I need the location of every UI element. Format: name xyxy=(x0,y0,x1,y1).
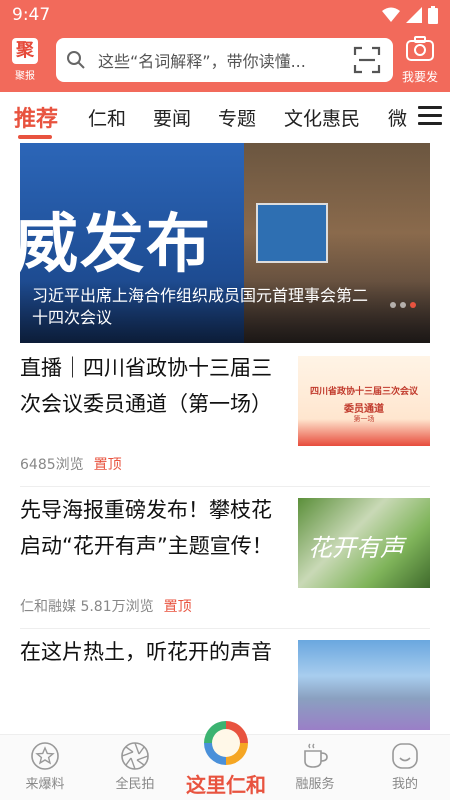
thumb-text: 四川省政协十三届三次会议 xyxy=(309,387,418,397)
cup-icon xyxy=(304,743,328,768)
nav-label: 融服务 xyxy=(295,777,335,792)
nav-services[interactable]: 融服务 xyxy=(280,741,350,792)
news-thumbnail: 四川省政协十三届三次会议 委员通道 第一场 xyxy=(298,356,430,446)
news-title: 在这片热土，听花开的声音 xyxy=(20,640,272,664)
tab-headlines[interactable]: 要闻 xyxy=(153,104,191,131)
tab-micro[interactable]: 微 xyxy=(388,104,407,131)
news-item[interactable]: 在这片热土，听花开的声音 xyxy=(20,634,430,732)
carousel-dot xyxy=(400,302,406,308)
nav-label-active: 这里仁和 xyxy=(186,773,266,797)
tab-recommend[interactable]: 推荐 xyxy=(14,101,58,133)
aperture-icon xyxy=(121,742,149,770)
pinned-badge: 置顶 xyxy=(93,457,122,473)
signal-icon xyxy=(406,7,422,23)
carousel-dots xyxy=(390,302,416,308)
wifi-icon xyxy=(382,7,400,22)
news-item[interactable]: 先导海报重磅发布！攀枝花启动“花开有声”主题宣传！ 仁和融媒 5.81万浏览 置顶… xyxy=(20,492,430,622)
star-icon xyxy=(31,742,59,770)
channel-menu-button[interactable] xyxy=(418,106,442,126)
battery-icon xyxy=(428,6,438,24)
banner-caption: 习近平出席上海合作组织成员国元首理事会第二十四次会议 xyxy=(32,286,369,327)
news-thumbnail: 花开有声 xyxy=(298,498,430,588)
nav-home[interactable]: 这里仁和 xyxy=(180,721,272,798)
carousel-dot-active xyxy=(410,302,416,308)
search-bar[interactable]: 这些“名词解释”，带你读懂... xyxy=(56,38,393,82)
news-title: 直播｜四川省政协十三届三次会议委员通道（第一场） xyxy=(20,356,272,416)
thumb-text: 委员通道 xyxy=(344,404,384,415)
active-tab-indicator xyxy=(18,135,52,139)
search-placeholder: 这些“名词解释”，带你读懂... xyxy=(98,52,306,71)
status-time: 9:47 xyxy=(12,5,51,25)
banner-headline: 威发布 xyxy=(20,208,212,282)
post-camera-button[interactable]: 我要发 xyxy=(396,36,444,86)
nav-label: 来爆料 xyxy=(25,777,65,792)
camera-label: 我要发 xyxy=(401,70,438,84)
channel-tabs: 推荐 仁和 要闻 专题 文化惠民 微 xyxy=(0,92,450,140)
tab-culture[interactable]: 文化惠民 xyxy=(284,104,360,131)
banner-carousel[interactable]: 威发布 习近平出席上海合作组织成员国元首理事会第二十四次会议 xyxy=(20,143,430,343)
menu-icon xyxy=(418,106,442,109)
news-views: 6485浏览 xyxy=(20,457,84,473)
news-thumbnail xyxy=(298,640,430,730)
nav-label: 我的 xyxy=(391,777,418,792)
app-logo-button[interactable]: 聚 聚报 xyxy=(10,38,40,84)
nav-label: 全民拍 xyxy=(115,777,155,792)
top-bar: 聚 聚报 这些“名词解释”，带你读懂... 我要发 xyxy=(0,30,450,92)
nav-snapshot[interactable]: 全民拍 xyxy=(100,741,170,792)
thumb-text: 花开有声 xyxy=(308,534,404,562)
tab-topics[interactable]: 专题 xyxy=(218,104,256,131)
system-icons xyxy=(382,6,438,24)
nav-report[interactable]: 来爆料 xyxy=(10,741,80,792)
scan-icon[interactable] xyxy=(353,46,381,74)
news-meta: 6485浏览 置顶 xyxy=(20,454,122,474)
app-logo-label: 聚报 xyxy=(15,71,35,82)
nav-profile[interactable]: 我的 xyxy=(370,741,440,792)
tab-renhe[interactable]: 仁和 xyxy=(88,104,126,131)
pinned-badge: 置顶 xyxy=(163,599,192,615)
bottom-nav: 来爆料 全民拍 这里仁和 融服务 我的 xyxy=(0,721,450,800)
news-title: 先导海报重磅发布！攀枝花启动“花开有声”主题宣传！ xyxy=(20,498,273,558)
divider xyxy=(20,486,430,487)
search-icon xyxy=(67,51,85,69)
camera-icon xyxy=(406,36,434,61)
home-logo-icon xyxy=(204,721,248,765)
thumb-text: 第一场 xyxy=(353,415,375,423)
banner-screen-image xyxy=(256,203,328,263)
news-item[interactable]: 直播｜四川省政协十三届三次会议委员通道（第一场） 6485浏览 置顶 四川省政协十… xyxy=(20,350,430,480)
carousel-dot xyxy=(390,302,396,308)
divider xyxy=(20,628,430,629)
status-bar: 9:47 xyxy=(0,0,450,30)
news-meta: 仁和融媒 5.81万浏览 置顶 xyxy=(20,596,192,616)
smile-icon xyxy=(392,743,418,769)
app-logo-icon: 聚 xyxy=(12,38,38,64)
news-views: 仁和融媒 5.81万浏览 xyxy=(20,599,154,615)
